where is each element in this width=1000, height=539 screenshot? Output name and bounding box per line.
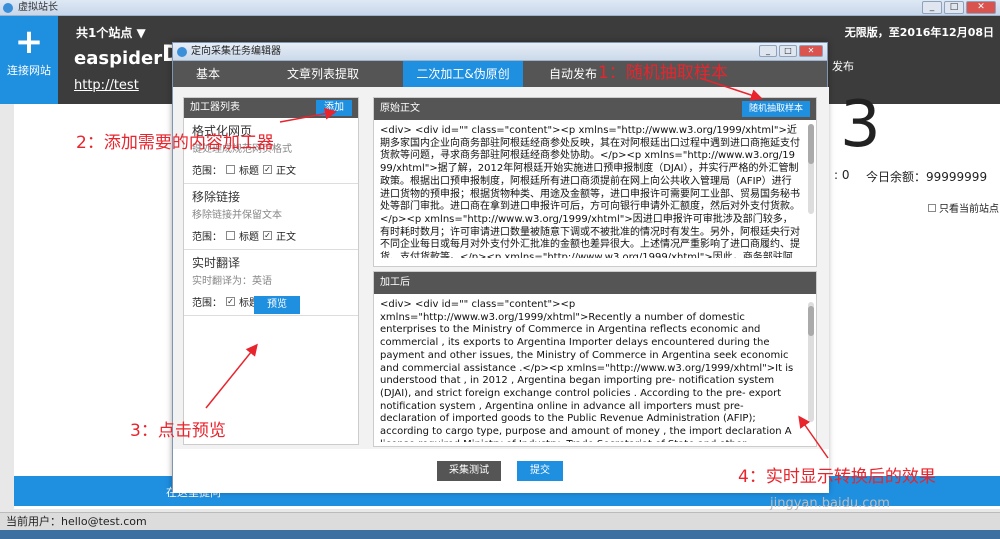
tab-basic[interactable]: 基本 [173,61,243,87]
body-checkbox[interactable]: ✓ [263,231,272,240]
dropdown-arrow-icon: ▼ [136,26,146,40]
annotation-step3: 3：点击预览 [130,421,226,441]
random-sample-button[interactable]: 随机抽取样本 [742,101,810,117]
body-checkbox[interactable]: ✓ [263,165,272,174]
dialog-logo-icon [177,47,187,57]
app-titlebar: 虚拟站长 _ □ ✕ [0,0,1000,16]
add-processor-button[interactable]: 添加 [316,100,352,116]
site-name: easpider [74,48,163,69]
dialog-title: 定向采集任务编辑器 [191,46,281,57]
stat-zero: : 0 [834,168,850,182]
processed-panel-title: 加工后 [380,277,410,288]
processed-content-panel: 加工后 <div> <div id="" class="content"><p … [373,271,817,447]
only-current-label: 只看当前站点 [939,204,999,215]
site-count-label: 共1个站点 [76,26,133,40]
processor-scope: 范围： 标题 ✓ 正文 [192,228,296,243]
site-url-link[interactable]: http://test [74,78,139,93]
scope-label: 范围： [192,232,222,243]
processed-scrollbar[interactable] [808,302,814,422]
only-current-toggle[interactable]: 只看当前站点 [928,200,999,215]
only-current-checkbox[interactable] [928,203,936,212]
annotation-step2: 2：添加需要的内容加工器 [76,133,274,153]
tab-bar: 基本 文章列表提取 二次加工&伪原创 自动发布 [173,61,827,87]
processor-list-title: 加工器列表 [190,102,240,113]
annotation-step1: 1：随机抽取样本 [598,63,728,83]
preview-button[interactable]: 预览 [254,296,300,314]
original-panel-header: 原始正文 随机抽取样本 [374,98,816,120]
original-text: <div> <div id="" class="content"><p xmln… [380,125,800,258]
app-title: 虚拟站长 [18,2,58,13]
maximize-button[interactable]: □ [944,1,964,14]
plus-icon: + [14,22,44,62]
dialog-footer: 采集测试 提交 [173,449,829,493]
dialog-minimize-button[interactable]: _ [759,45,777,57]
site-count-dropdown[interactable]: 共1个站点 ▼ [76,24,146,41]
title-checkbox-label: 标题 [239,166,259,177]
scroll-thumb[interactable] [808,306,814,336]
task-editor-dialog: 定向采集任务编辑器 _ □ ✕ 基本 文章列表提取 二次加工&伪原创 自动发布 … [172,42,829,493]
scroll-thumb[interactable] [808,124,814,164]
collect-test-button[interactable]: 采集测试 [437,461,501,481]
processor-desc: 实时翻译为：英语 [192,276,272,287]
license-info: 无限版，至2016年12月08日 [844,26,994,39]
processor-desc: 移除链接并保留文本 [192,210,282,221]
dialog-close-button[interactable]: ✕ [799,45,823,57]
original-content-panel: 原始正文 随机抽取样本 <div> <div id="" class="cont… [373,97,817,267]
watermark: jingyan.baidu.com [770,496,890,511]
scope-label: 范围： [192,166,222,177]
processor-list-header: 加工器列表 添加 [184,98,358,118]
processed-panel-header: 加工后 [374,272,816,294]
processor-name: 实时翻译 [192,256,241,270]
app-logo-icon [3,3,13,13]
close-button[interactable]: ✕ [966,1,996,14]
dialog-window-controls: _ □ ✕ [759,45,823,57]
taskbar [0,530,1000,539]
submit-button[interactable]: 提交 [517,461,563,481]
processor-scope: 范围： 标题 ✓ 正文 [192,162,296,177]
annotation-step4: 4：实时显示转换后的效果 [738,467,936,487]
title-checkbox[interactable] [226,165,235,174]
dialog-titlebar: 定向采集任务编辑器 _ □ ✕ [173,43,827,61]
scope-label: 范围： [192,298,222,309]
add-site-label: 连接网站 [7,64,51,77]
tab-article-list[interactable]: 文章列表提取 [243,61,403,87]
processed-text: <div> <div id="" class="content"><p xmln… [380,299,794,442]
publish-label: 发布 [832,60,854,73]
processor-name: 移除链接 [192,190,241,204]
body-checkbox-label: 正文 [276,232,296,243]
big-number: 3 [840,88,881,162]
dialog-maximize-button[interactable]: □ [779,45,797,57]
processor-item[interactable]: 移除链接 移除链接并保留文本 范围： 标题 ✓ 正文 [184,184,358,250]
title-checkbox-label: 标题 [239,232,259,243]
original-scrollbar[interactable] [808,124,814,214]
balance-stat: 今日余额：99999999 [866,170,988,184]
tab-processing[interactable]: 二次加工&伪原创 [403,61,523,87]
minimize-button[interactable]: _ [922,1,942,14]
title-checkbox[interactable]: ✓ [226,297,235,306]
window-controls: _ □ ✕ [922,1,996,14]
original-panel-title: 原始正文 [380,103,420,114]
body-checkbox-label: 正文 [276,166,296,177]
title-checkbox[interactable] [226,231,235,240]
add-site-button[interactable]: + 连接网站 [0,16,58,104]
status-bar: 当前用户：hello@test.com [0,512,1000,530]
